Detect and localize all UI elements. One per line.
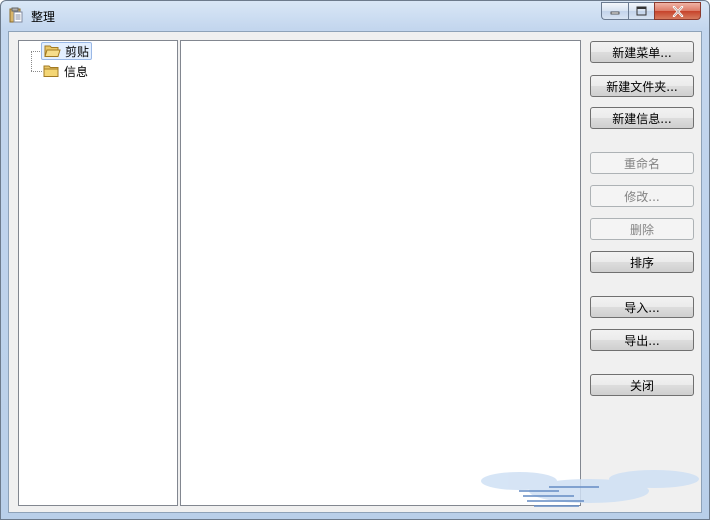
title-bar[interactable]: 整理 [1,1,709,31]
close-icon [672,5,683,17]
watermark-graphic [481,470,699,507]
dialog-client-area: 剪贴 信息 新建菜单... 新建文件夹... 新建信息... 重命名 修改...… [8,31,702,513]
close-button[interactable]: 关闭 [590,374,694,396]
minimize-icon [610,11,620,15]
rename-button[interactable]: 重命名 [590,152,694,174]
tree-item-label: 信息 [64,64,89,79]
caption-buttons [601,2,701,21]
new-folder-button[interactable]: 新建文件夹... [590,75,694,97]
new-info-button[interactable]: 新建信息... [590,107,694,129]
tree-item-label: 剪贴 [65,44,90,59]
tree-item-clipboard[interactable]: 剪贴 [41,42,93,60]
minimize-button[interactable] [601,2,628,20]
tree-connector [31,51,32,71]
folder-open-icon [44,45,61,57]
export-button[interactable]: 导出... [590,329,694,351]
import-button[interactable]: 导入... [590,296,694,318]
modify-button[interactable]: 修改... [590,185,694,207]
close-window-button[interactable] [654,2,701,20]
clipboard-icon [8,7,24,23]
sort-button[interactable]: 排序 [590,251,694,273]
tree-item-info[interactable]: 信息 [41,62,90,80]
maximize-icon [636,6,647,16]
new-menu-button[interactable]: 新建菜单... [590,41,694,63]
maximize-button[interactable] [628,2,654,20]
folder-icon [43,65,59,77]
delete-button[interactable]: 删除 [590,218,694,240]
dialog-window: 整理 剪贴 信息 新建菜单... 新建文件夹... 新建信息... 重命名 修改… [0,0,710,520]
content-list[interactable] [180,40,581,506]
folder-tree[interactable]: 剪贴 信息 [18,40,178,506]
window-title: 整理 [31,10,56,24]
